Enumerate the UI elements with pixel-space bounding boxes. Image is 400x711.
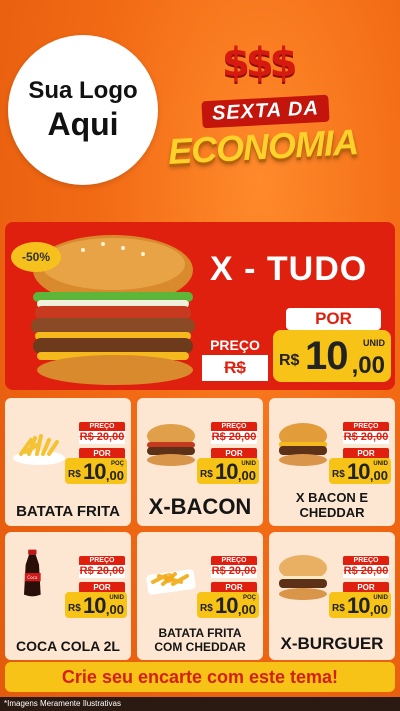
old-price-box: PREÇO R$ 20,00 xyxy=(211,422,257,444)
price-decimal: ,00 xyxy=(105,468,124,483)
product-name: X-BURGUER xyxy=(280,634,384,653)
preco-label: PREÇO xyxy=(202,335,268,355)
product-card: PREÇO R$ 20,00 POR R$ 10 POÇ ,00 BATATA … xyxy=(137,532,263,660)
old-price: R$ 20,00 xyxy=(202,355,268,390)
featured-product: -50% X - TUDO POR PREÇO R$ 20,00 R$ 10 U… xyxy=(5,222,395,390)
disclaimer: *Imagens Meramente Ilustrativas xyxy=(0,697,400,711)
burger-image xyxy=(147,424,195,466)
svg-text:Coca: Coca xyxy=(27,575,38,580)
price-integer: 10 xyxy=(347,593,371,618)
burger-image xyxy=(279,555,327,600)
old-price-box: PREÇO R$ 20,00 xyxy=(79,422,125,444)
featured-price: R$ 10 UNID ,00 xyxy=(273,330,391,382)
price-integer: 10 xyxy=(215,459,239,484)
featured-title: X - TUDO xyxy=(210,250,368,288)
price-integer: 10 xyxy=(305,334,348,378)
unit-label: UNID xyxy=(109,595,124,601)
price: R$ 10 UNID ,00 xyxy=(329,458,391,484)
currency: R$ xyxy=(279,352,300,369)
old-price: R$ 20,00 xyxy=(79,431,125,444)
price-decimal: ,00 xyxy=(369,602,388,617)
price: R$ 10 UNID ,00 xyxy=(329,592,391,618)
product-name: X-BACON xyxy=(148,494,252,519)
price-integer: 10 xyxy=(215,593,239,618)
fries-cheddar-image xyxy=(146,569,196,595)
cta-banner[interactable]: Crie seu encarte com este tema! xyxy=(5,662,395,692)
currency: R$ xyxy=(332,603,345,614)
por-label: POR xyxy=(286,308,381,330)
preco-label: PREÇO xyxy=(79,556,125,565)
logo-line1: Sua Logo xyxy=(28,77,138,104)
old-price-box: PREÇO R$ 20,00 xyxy=(211,556,257,578)
currency: R$ xyxy=(332,469,345,480)
unit-label: UNID xyxy=(373,461,388,467)
product-name: BATATA FRITA COM CHEDDAR xyxy=(154,626,246,654)
product-card: Coca PREÇO R$ 20,00 POR R$ 10 UNID ,00 C… xyxy=(5,532,131,660)
price: R$ 10 UNID ,00 xyxy=(197,458,259,484)
product-name: BATATA FRITA xyxy=(16,503,120,520)
badge-line2: ECONOMIA xyxy=(167,121,359,172)
preco-label: PREÇO xyxy=(211,422,257,431)
price-decimal: ,00 xyxy=(237,602,256,617)
price-decimal: ,00 xyxy=(105,602,124,617)
unit-label: UNID xyxy=(241,461,256,467)
preco-label: PREÇO xyxy=(343,422,389,431)
price-integer: 10 xyxy=(83,593,107,618)
unit-label: POÇ xyxy=(110,461,124,467)
logo-placeholder: Sua Logo Aqui xyxy=(8,35,158,185)
product-name: COCA COLA 2L xyxy=(16,638,120,654)
old-price: R$ 20,00 xyxy=(79,565,125,578)
preco-label: PREÇO xyxy=(343,556,389,565)
currency: R$ xyxy=(68,603,81,614)
soda-bottle-image: Coca xyxy=(24,549,41,597)
currency: R$ xyxy=(200,603,213,614)
price-integer: 10 xyxy=(347,459,371,484)
sexta-da-economia-badge: $$$ SEXTA DA ECONOMIA xyxy=(167,40,392,180)
price-decimal: ,00 xyxy=(369,468,388,483)
old-price: R$ 20,00 xyxy=(343,431,389,444)
dollar-signs: $$$ xyxy=(222,40,297,86)
old-price: R$ 20,00 xyxy=(211,431,257,444)
old-price: R$ 20,00 xyxy=(343,565,389,578)
price-integer: 10 xyxy=(83,459,107,484)
old-price-box: PREÇO R$ 20,00 xyxy=(79,556,125,578)
currency: R$ xyxy=(200,469,213,480)
burger-image xyxy=(279,423,327,466)
old-price-box: PREÇO R$ 20,00 xyxy=(202,335,268,390)
preco-label: PREÇO xyxy=(79,422,125,431)
unit-label: UNID xyxy=(363,338,385,348)
logo-line2: Aqui xyxy=(47,106,119,142)
product-card: PREÇO R$ 20,00 POR R$ 10 UNID ,00 X-BACO… xyxy=(137,398,263,526)
fries-image xyxy=(13,434,65,465)
product-card: PREÇO R$ 20,00 POR R$ 10 UNID ,00 X-BURG… xyxy=(269,532,395,660)
price: R$ 10 POÇ ,00 xyxy=(65,458,127,484)
price: R$ 10 POÇ ,00 xyxy=(197,592,259,618)
price-decimal: ,00 xyxy=(237,468,256,483)
product-card: PREÇO R$ 20,00 POR R$ 10 POÇ ,00 BATATA … xyxy=(5,398,131,526)
discount-tag: -50% xyxy=(11,242,61,272)
old-price-box: PREÇO R$ 20,00 xyxy=(343,422,389,444)
price: R$ 10 UNID ,00 xyxy=(65,592,127,618)
product-card: PREÇO R$ 20,00 POR R$ 10 UNID ,00 X BACO… xyxy=(269,398,395,526)
product-name: X BACON E CHEDDAR xyxy=(295,490,369,520)
old-price: R$ 20,00 xyxy=(211,565,257,578)
price-decimal: ,00 xyxy=(351,352,385,379)
unit-label: UNID xyxy=(373,595,388,601)
preco-label: PREÇO xyxy=(211,556,257,565)
currency: R$ xyxy=(68,469,81,480)
old-price-box: PREÇO R$ 20,00 xyxy=(343,556,389,578)
unit-label: POÇ xyxy=(242,595,256,601)
